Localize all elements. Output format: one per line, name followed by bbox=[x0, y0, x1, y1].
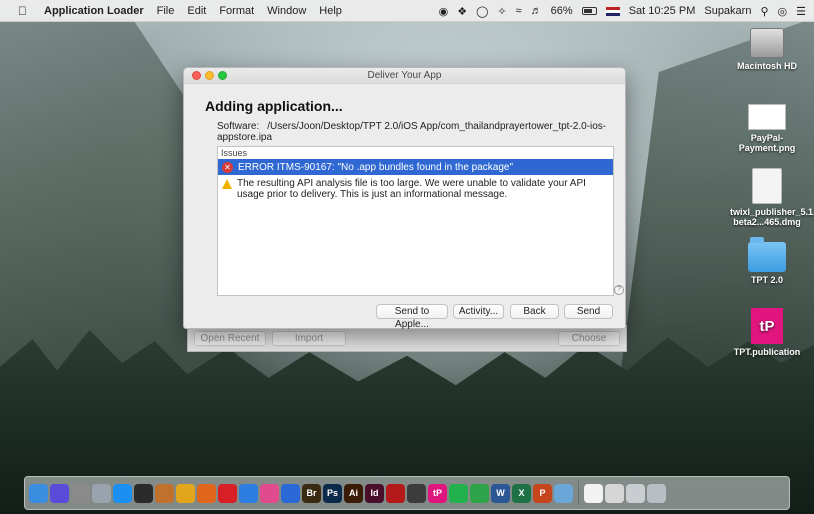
bridge-icon[interactable]: Br bbox=[302, 483, 321, 503]
line-icon[interactable] bbox=[449, 483, 468, 503]
terminal-icon[interactable] bbox=[134, 483, 153, 503]
downloads-stack-icon[interactable] bbox=[626, 483, 645, 503]
help-icon[interactable]: ? bbox=[614, 285, 624, 295]
user-name[interactable]: Supakarn bbox=[704, 5, 751, 17]
evernote-icon[interactable] bbox=[470, 483, 489, 503]
bluetooth-icon[interactable]: ✧ bbox=[497, 5, 506, 18]
pictures-stack-icon[interactable] bbox=[605, 483, 624, 503]
twixl-icon[interactable]: tP bbox=[428, 483, 447, 503]
powerpoint-icon[interactable]: P bbox=[533, 483, 552, 503]
deliver-app-dialog: Deliver Your App Adding application... S… bbox=[183, 67, 626, 330]
safari-icon[interactable] bbox=[239, 483, 258, 503]
clock[interactable]: Sat 10:25 PM bbox=[629, 5, 696, 17]
itunes-icon[interactable] bbox=[260, 483, 279, 503]
desktop-icon-macintosh-hd[interactable]: Macintosh HD bbox=[727, 28, 807, 71]
hard-drive-icon bbox=[750, 28, 784, 58]
back-button[interactable]: Back bbox=[510, 304, 559, 319]
image-file-icon bbox=[748, 104, 786, 130]
software-row: Software:/Users/Joon/Desktop/TPT 2.0/iOS… bbox=[217, 121, 625, 143]
battery-icon[interactable] bbox=[581, 7, 597, 15]
preview-icon[interactable] bbox=[554, 483, 573, 503]
desktop-icon-paypal-png[interactable]: PayPal-Payment.png bbox=[727, 104, 807, 153]
software-label: Software: bbox=[217, 121, 260, 132]
issues-header: Issues bbox=[221, 148, 248, 158]
issues-list[interactable]: Issues ✕ ERROR ITMS-90167: "No .app bund… bbox=[217, 146, 614, 296]
activity-button[interactable]: Activity... bbox=[453, 304, 504, 319]
import-button[interactable]: Import bbox=[272, 331, 346, 346]
desktop-icon-label: TPT 2.0 bbox=[750, 275, 783, 285]
app-store-icon[interactable] bbox=[113, 483, 132, 503]
menu-window[interactable]: Window bbox=[267, 5, 306, 17]
send-button[interactable]: Send bbox=[564, 304, 613, 319]
siri-icon[interactable] bbox=[50, 483, 69, 503]
document-icon[interactable] bbox=[584, 483, 603, 503]
acrobat-icon[interactable] bbox=[386, 483, 405, 503]
sync-icon[interactable]: ◯ bbox=[476, 5, 488, 18]
notification-center-icon[interactable]: ☰ bbox=[796, 5, 806, 18]
system-preferences-icon[interactable] bbox=[71, 483, 90, 503]
menu-app-name[interactable]: Application Loader bbox=[44, 5, 144, 17]
wifi-icon[interactable]: ≈ bbox=[516, 5, 522, 17]
choose-button[interactable]: Choose bbox=[558, 331, 620, 346]
word-icon[interactable]: W bbox=[491, 483, 510, 503]
books-icon[interactable] bbox=[155, 483, 174, 503]
siri-menu-icon[interactable]: ◎ bbox=[778, 5, 788, 18]
desktop-icon-label: PayPal-Payment.png bbox=[738, 133, 796, 153]
input-source-flag-icon[interactable] bbox=[605, 6, 620, 16]
finder-icon[interactable] bbox=[29, 483, 48, 503]
opera-icon[interactable] bbox=[218, 483, 237, 503]
folder-icon bbox=[748, 237, 786, 272]
menu-format[interactable]: Format bbox=[219, 5, 254, 17]
menu-help[interactable]: Help bbox=[319, 5, 342, 17]
issue-row-error[interactable]: ✕ ERROR ITMS-90167: "No .app bundles fou… bbox=[218, 159, 613, 175]
publication-icon: tP bbox=[751, 308, 783, 344]
open-recent-button[interactable]: Open Recent bbox=[194, 331, 266, 346]
firefox-dev-icon[interactable] bbox=[281, 483, 300, 503]
dock-separator bbox=[578, 481, 579, 505]
menu-file[interactable]: File bbox=[157, 5, 175, 17]
desktop-icon-label: twixl_publisher_5.1.1-beta2...465.dmg bbox=[730, 207, 814, 227]
desktop-icon-label: Macintosh HD bbox=[736, 61, 797, 71]
dock: Br Ps Ai Id tP W X P bbox=[24, 476, 790, 510]
dialog-heading: Adding application... bbox=[205, 98, 343, 114]
firefox-icon[interactable] bbox=[197, 483, 216, 503]
issue-text: ERROR ITMS-90167: "No .app bundles found… bbox=[238, 161, 514, 173]
warning-icon bbox=[222, 179, 232, 189]
desktop-icon-label: TPT.publication bbox=[733, 347, 801, 357]
launchpad-icon[interactable] bbox=[92, 483, 111, 503]
illustrator-icon[interactable]: Ai bbox=[344, 483, 363, 503]
issue-row-warning[interactable]: The resulting API analysis file is too l… bbox=[218, 175, 613, 201]
desktop-icon-twixl-dmg[interactable]: twixl_publisher_5.1.1-beta2...465.dmg bbox=[727, 168, 814, 227]
apple-menu-icon[interactable]:  bbox=[18, 4, 34, 18]
dialog-title: Deliver Your App bbox=[367, 70, 442, 81]
trash-icon[interactable] bbox=[647, 483, 666, 503]
excel-icon[interactable]: X bbox=[512, 483, 531, 503]
indesign-icon[interactable]: Id bbox=[365, 483, 384, 503]
menu-bar:  Application Loader File Edit Format Wi… bbox=[0, 0, 814, 22]
sequel-pro-icon[interactable] bbox=[407, 483, 426, 503]
send-to-apple-button[interactable]: Send to Apple... bbox=[376, 304, 448, 330]
menu-edit[interactable]: Edit bbox=[187, 5, 206, 17]
issue-text: The resulting API analysis file is too l… bbox=[237, 178, 586, 200]
battery-percent[interactable]: 66% bbox=[551, 5, 573, 17]
photoshop-icon[interactable]: Ps bbox=[323, 483, 342, 503]
software-path: /Users/Joon/Desktop/TPT 2.0/iOS App/com_… bbox=[217, 121, 607, 143]
dialog-titlebar: Deliver Your App bbox=[184, 68, 625, 84]
dropbox-icon[interactable]: ❖ bbox=[457, 5, 467, 18]
disk-image-icon bbox=[752, 168, 782, 204]
creative-cloud-icon[interactable]: ◉ bbox=[439, 5, 449, 18]
error-icon: ✕ bbox=[222, 161, 233, 173]
spotlight-search-icon[interactable]: ⚲ bbox=[760, 5, 768, 18]
volume-icon[interactable]: ♬ bbox=[531, 5, 542, 17]
desktop-icon-tpt-publication[interactable]: tP TPT.publication bbox=[727, 308, 807, 357]
chrome-icon[interactable] bbox=[176, 483, 195, 503]
menu-extras: ◉ ❖ ◯ ✧ ≈ ♬ 66% Sat 10:25 PM Supakarn ⚲ … bbox=[439, 0, 806, 22]
desktop-icon-tpt-folder[interactable]: TPT 2.0 bbox=[727, 237, 807, 285]
